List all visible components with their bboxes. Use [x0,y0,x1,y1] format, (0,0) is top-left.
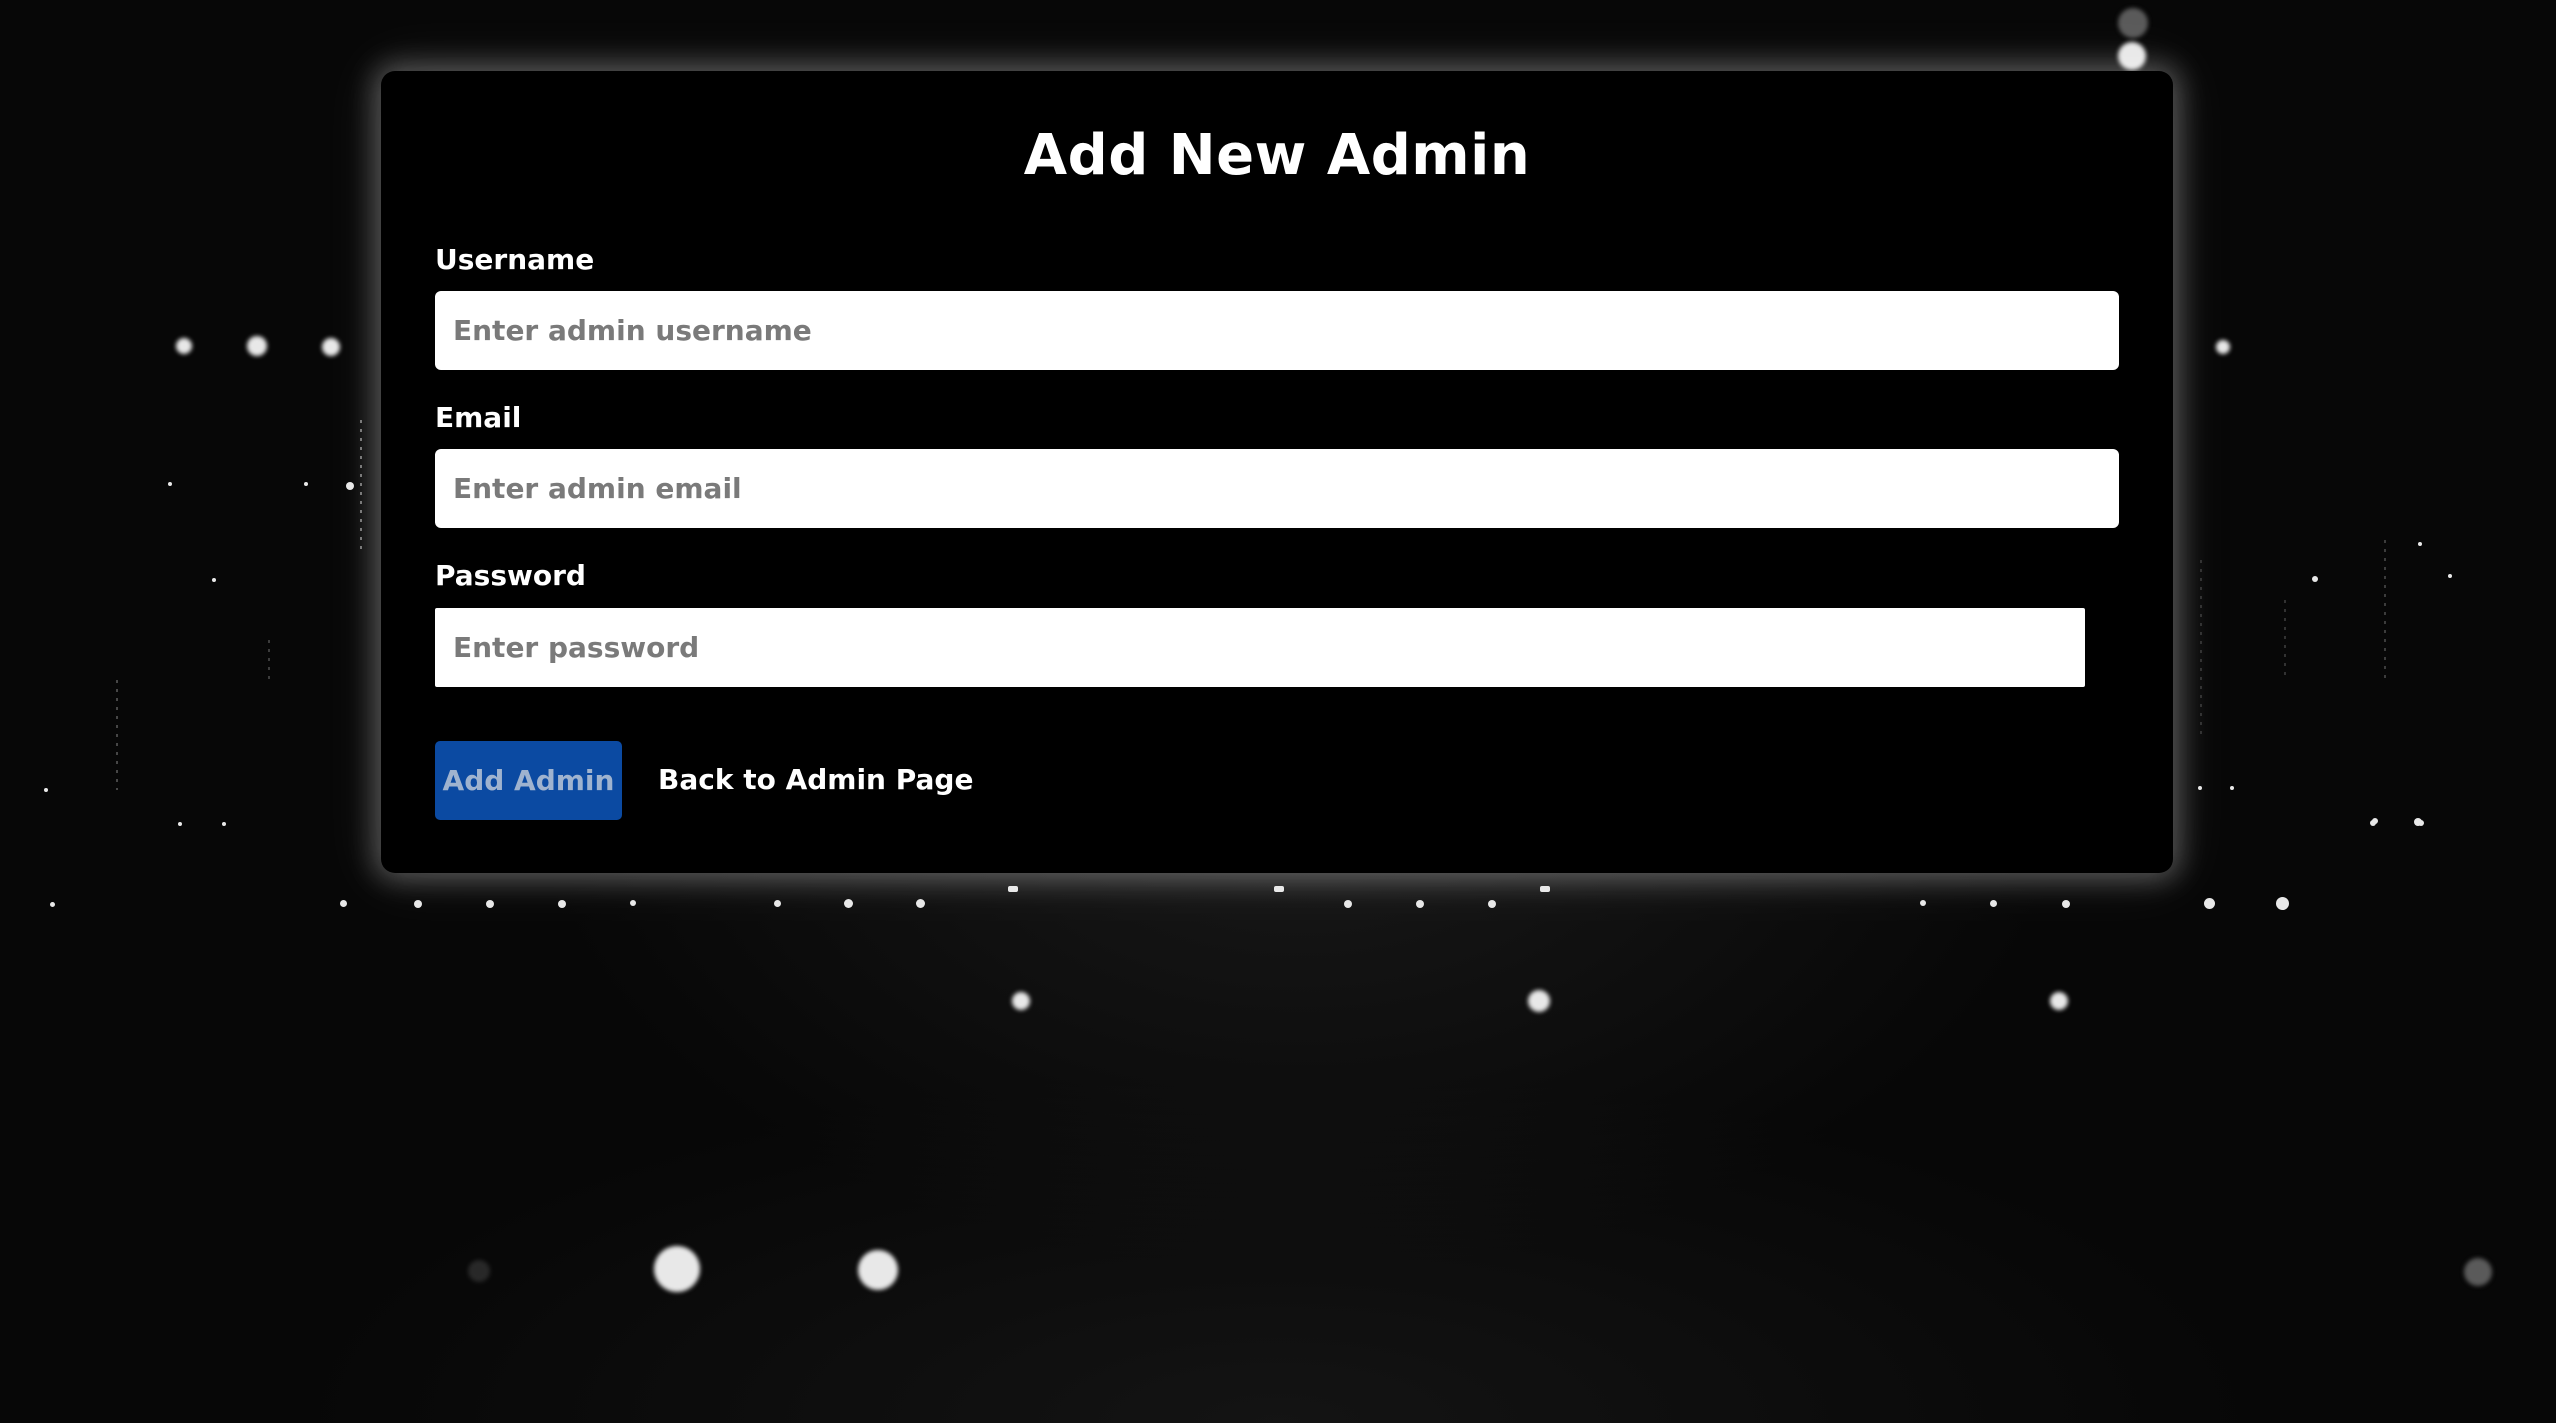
light-dot [346,482,354,490]
light-dot [222,822,226,826]
light-dot [844,899,853,908]
light-dot [2198,786,2202,790]
light-dot [2216,340,2230,354]
light-dot [1920,900,1926,906]
password-input[interactable] [435,608,2085,687]
light-dot [2118,8,2148,38]
light-dot [1008,886,1018,892]
light-dot [2312,576,2318,582]
light-dot [558,900,566,908]
light-dot [468,1260,490,1282]
light-dot [2372,818,2378,824]
email-label: Email [435,401,522,434]
light-dot [1990,900,1997,907]
light-dot [2118,42,2146,70]
light-dot [1416,900,1424,908]
username-input[interactable] [435,291,2119,370]
email-input[interactable] [435,449,2119,528]
light-dot [414,900,422,908]
light-dot [2418,542,2422,546]
light-dot [2276,897,2289,910]
light-dot [176,338,192,354]
light-dot [1012,992,1030,1010]
dotted-streak [2384,540,2386,680]
light-dot [774,900,781,907]
light-dot [2204,898,2215,909]
light-dot [2230,786,2234,790]
dotted-streak [2284,600,2286,680]
light-dot [1540,886,1550,892]
light-dot [247,336,267,356]
light-dot [304,482,308,486]
light-dot [44,788,48,792]
light-dot [1528,990,1550,1012]
password-label: Password [435,559,586,592]
light-dot [50,902,55,907]
light-dot [340,900,347,907]
page-title: Add New Admin [1023,123,1531,188]
dotted-streak [360,420,362,550]
dotted-streak [2200,560,2202,740]
light-dot [858,1250,898,1290]
light-dot [916,899,925,908]
light-dot [168,482,172,486]
back-to-admin-link[interactable]: Back to Admin Page [658,763,973,796]
light-dot [178,822,182,826]
light-dot [1488,900,1496,908]
light-dot [1344,900,1352,908]
light-dot [654,1246,700,1292]
add-admin-button[interactable]: Add Admin [435,741,622,820]
light-dot [2414,818,2422,826]
light-dot [2050,992,2068,1010]
light-dot [486,900,494,908]
light-dot [1274,886,1284,892]
light-dot [2464,1258,2492,1286]
light-dot [212,578,216,582]
dotted-streak [116,680,118,790]
add-admin-card: Add New Admin Username Email Password Ad… [381,71,2173,873]
light-dot [630,900,636,906]
light-dot [2448,574,2452,578]
dotted-streak [268,640,270,680]
username-label: Username [435,243,595,276]
light-dot [2062,900,2070,908]
light-dot [322,338,340,356]
